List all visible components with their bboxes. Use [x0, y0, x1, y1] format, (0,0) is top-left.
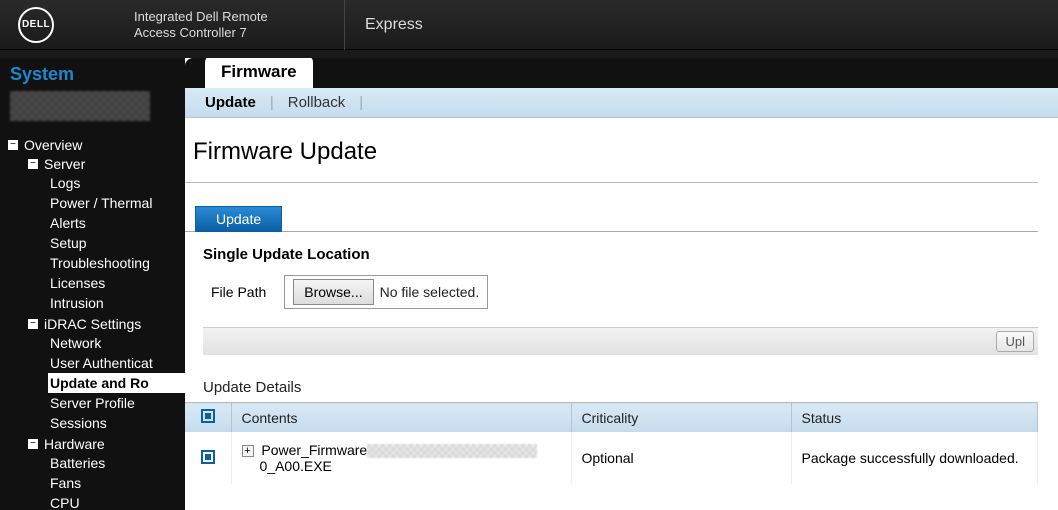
file-path-label: File Path [203, 284, 266, 300]
update-details-heading: Update Details [185, 355, 1038, 402]
col-criticality: Criticality [571, 403, 791, 433]
subtab-update[interactable]: Update [205, 94, 256, 111]
sidebar: System −Overview −Server Logs Power / Th… [0, 58, 185, 510]
header-mode: Express [344, 0, 423, 50]
row-checkbox[interactable] [201, 450, 215, 464]
tree-sessions[interactable]: Sessions [48, 413, 185, 433]
app-header: DELL Integrated Dell Remote Access Contr… [0, 0, 1058, 50]
file-selected-text: No file selected. [380, 284, 480, 300]
table-row: + Power_Firmware 0_A00.EXE Optional Pack… [185, 432, 1038, 484]
tree-network[interactable]: Network [48, 333, 185, 353]
separator: | [270, 94, 274, 111]
header-subbar [0, 50, 1058, 58]
update-panel: Single Update Location File Path Browse.… [185, 231, 1038, 355]
tree-server-profile[interactable]: Server Profile [48, 393, 185, 413]
section-tab-update[interactable]: Update [195, 206, 282, 232]
collapse-icon[interactable]: − [8, 140, 18, 150]
page-title: Firmware Update [185, 132, 1038, 183]
header-title: Integrated Dell Remote Access Controller… [134, 9, 324, 40]
col-status: Status [791, 403, 1038, 433]
expand-icon[interactable]: + [242, 445, 254, 457]
select-all-checkbox[interactable] [201, 409, 215, 423]
tree-cpu[interactable]: CPU [48, 493, 185, 510]
tree-power-thermal[interactable]: Power / Thermal [48, 193, 185, 213]
nav-tree: −Overview −Server Logs Power / Thermal A… [0, 131, 185, 510]
sidebar-title: System [0, 58, 185, 91]
tab-firmware[interactable]: Firmware [205, 58, 313, 88]
tree-hardware[interactable]: −Hardware Batteries Fans CPU [28, 434, 185, 510]
redacted-block [367, 444, 537, 458]
collapse-icon[interactable]: − [28, 439, 38, 449]
cell-contents: + Power_Firmware 0_A00.EXE [231, 432, 571, 484]
tree-batteries[interactable]: Batteries [48, 453, 185, 473]
tree-server[interactable]: −Server Logs Power / Thermal Alerts Setu… [28, 154, 185, 314]
tree-licenses[interactable]: Licenses [48, 273, 185, 293]
sidebar-hostinfo [0, 91, 185, 131]
cell-status: Package successfully downloaded. [791, 432, 1038, 484]
tree-update-rollback[interactable]: Update and Ro [48, 373, 185, 393]
col-contents: Contents [231, 403, 571, 433]
tab-bar: Firmware [185, 58, 1058, 88]
main-panel: Firmware Update | Rollback | Firmware Up… [185, 58, 1058, 510]
upload-button[interactable]: Upl [996, 331, 1034, 352]
collapse-icon[interactable]: − [28, 319, 38, 329]
panel-footer: Upl [203, 327, 1038, 355]
file-path-row: File Path Browse... No file selected. [203, 275, 1038, 327]
tree-user-auth[interactable]: User Authenticat [48, 353, 185, 373]
update-details-table: Contents Criticality Status + Power_Firm… [185, 402, 1038, 484]
tree-logs[interactable]: Logs [48, 173, 185, 193]
single-update-heading: Single Update Location [203, 246, 1038, 263]
subtab-bar: Update | Rollback | [185, 88, 1058, 118]
tree-alerts[interactable]: Alerts [48, 213, 185, 233]
tree-fans[interactable]: Fans [48, 473, 185, 493]
dell-logo: DELL [18, 7, 54, 43]
redacted-block [10, 91, 150, 121]
collapse-icon[interactable]: − [28, 159, 38, 169]
tree-setup[interactable]: Setup [48, 233, 185, 253]
tree-intrusion[interactable]: Intrusion [48, 293, 185, 313]
subtab-rollback[interactable]: Rollback [288, 94, 346, 111]
file-input-wrap: Browse... No file selected. [284, 275, 488, 309]
tree-idrac-settings[interactable]: −iDRAC Settings Network User Authenticat… [28, 314, 185, 434]
content-area: Firmware Update Update Single Update Loc… [185, 118, 1058, 484]
cell-criticality: Optional [571, 432, 791, 484]
tree-troubleshooting[interactable]: Troubleshooting [48, 253, 185, 273]
browse-button[interactable]: Browse... [293, 279, 373, 305]
tree-overview[interactable]: −Overview −Server Logs Power / Thermal A… [8, 135, 185, 510]
separator: | [359, 94, 363, 111]
